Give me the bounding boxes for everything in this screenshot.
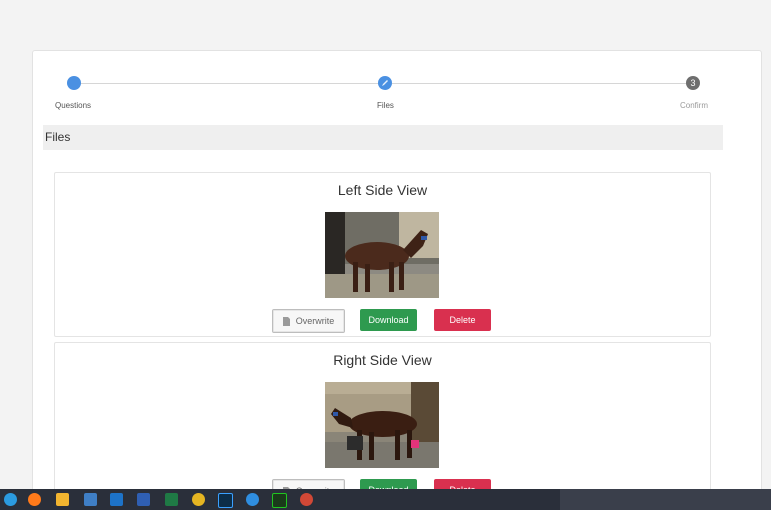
step-questions-dot[interactable]	[67, 76, 81, 90]
wizard-card: Questions Files 3 Confirm Files Left Sid…	[32, 50, 762, 492]
horse-photo-right[interactable]	[325, 382, 439, 468]
overwrite-button[interactable]: Overwrite	[272, 309, 345, 333]
taskbar	[0, 489, 771, 510]
section-header: Files	[43, 125, 723, 150]
firefox-icon[interactable]	[28, 493, 41, 506]
photoshop-icon[interactable]	[218, 493, 233, 508]
file-panel-right: Right Side View	[54, 342, 711, 491]
terminal-icon[interactable]	[272, 493, 287, 508]
delete-button[interactable]: Delete	[434, 309, 491, 331]
step-connector	[392, 83, 686, 84]
chrome-alt-icon[interactable]	[300, 493, 313, 506]
step-files-dot[interactable]	[378, 76, 392, 90]
calculator-icon[interactable]	[84, 493, 97, 506]
start-icon[interactable]	[4, 493, 17, 506]
step-confirm-dot[interactable]: 3	[686, 76, 700, 90]
file-panel-left: Left Side View Overwrite Download Delete	[54, 172, 711, 337]
overwrite-label: Overwrite	[295, 316, 335, 326]
step-confirm-label[interactable]: Confirm	[680, 101, 708, 110]
file-icon	[282, 316, 290, 326]
horse-photo-left[interactable]	[325, 212, 439, 298]
step-questions-label[interactable]: Questions	[55, 101, 91, 110]
photos-icon[interactable]	[110, 493, 123, 506]
stepper: Questions Files 3 Confirm	[33, 51, 761, 121]
file-title: Right Side View	[333, 352, 432, 368]
pencil-icon	[382, 80, 388, 86]
word-icon[interactable]	[137, 493, 150, 506]
step-files-label[interactable]: Files	[377, 101, 394, 110]
excel-icon[interactable]	[165, 493, 178, 506]
download-button[interactable]: Download	[360, 309, 417, 331]
chrome-icon[interactable]	[192, 493, 205, 506]
file-explorer-icon[interactable]	[56, 493, 69, 506]
file-title: Left Side View	[337, 182, 428, 198]
edge-icon[interactable]	[246, 493, 259, 506]
step-connector	[75, 83, 381, 84]
